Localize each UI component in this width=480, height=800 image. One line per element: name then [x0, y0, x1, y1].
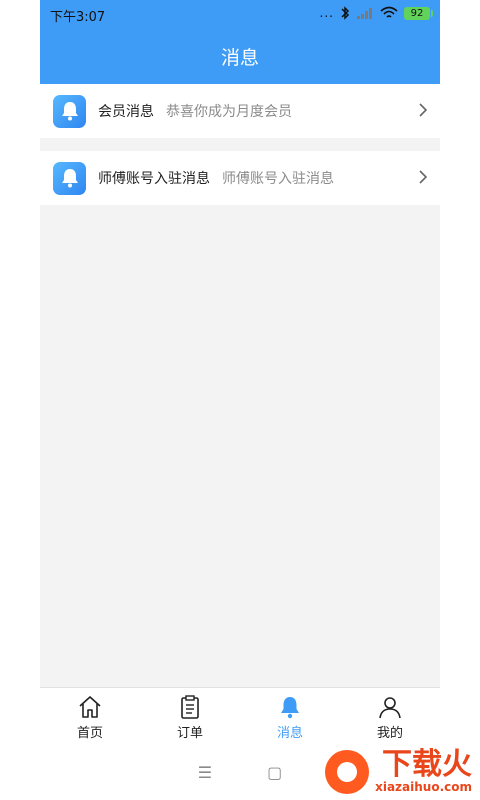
tab-label: 消息	[276, 726, 303, 741]
battery-level: 92	[410, 7, 424, 19]
status-bar: 下午3:07 ... 92	[40, 0, 440, 28]
watermark: 下载火 xiazaihuo.com	[325, 750, 472, 794]
home-square-icon[interactable]: ▢	[267, 763, 282, 782]
tab-mine[interactable]: 我的	[340, 688, 440, 746]
user-icon	[379, 697, 401, 719]
phone-screen: 下午3:07 ... 92 消息 会员消息 恭喜你成为月度会员 师傅账号入驻消息…	[40, 0, 440, 800]
bottom-tab-bar: 首页 订单 消息 我的	[40, 687, 440, 746]
message-title: 会员消息	[98, 104, 154, 120]
status-time: 下午3:07	[50, 10, 106, 25]
page-title: 消息	[220, 46, 259, 69]
status-icons: ... 92	[319, 6, 433, 20]
tab-orders[interactable]: 订单	[140, 688, 240, 746]
tab-label: 首页	[76, 726, 103, 741]
message-title: 师傅账号入驻消息	[98, 171, 210, 187]
bell-icon	[53, 161, 86, 195]
tab-label: 我的	[376, 726, 403, 741]
chevron-right-icon	[418, 102, 428, 122]
header-bar: 消息	[40, 28, 440, 84]
watermark-cn: 下载火	[382, 747, 472, 782]
message-item-master-account[interactable]: 师傅账号入驻消息 师傅账号入驻消息	[40, 151, 440, 205]
tab-home[interactable]: 首页	[40, 688, 140, 746]
clipboard-icon	[181, 695, 199, 719]
tab-messages[interactable]: 消息	[240, 688, 340, 746]
message-desc: 恭喜你成为月度会员	[166, 104, 292, 120]
home-icon	[79, 696, 101, 718]
bell-icon	[281, 697, 299, 719]
watermark-en: xiazaihuo.com	[375, 780, 472, 794]
status-dots: ...	[319, 6, 334, 20]
chevron-right-icon	[418, 169, 428, 189]
signal-icon	[356, 6, 374, 20]
tab-label: 订单	[176, 726, 203, 741]
bell-icon	[53, 94, 86, 128]
wifi-icon	[380, 6, 398, 20]
message-desc: 师傅账号入驻消息	[222, 171, 334, 187]
watermark-text: 下载火 xiazaihuo.com	[375, 747, 472, 795]
flame-logo-icon	[325, 750, 370, 794]
battery-icon: 92	[404, 6, 433, 20]
bluetooth-icon	[340, 6, 350, 20]
message-item-member[interactable]: 会员消息 恭喜你成为月度会员	[40, 84, 440, 138]
menu-icon[interactable]: ☰	[198, 763, 212, 782]
